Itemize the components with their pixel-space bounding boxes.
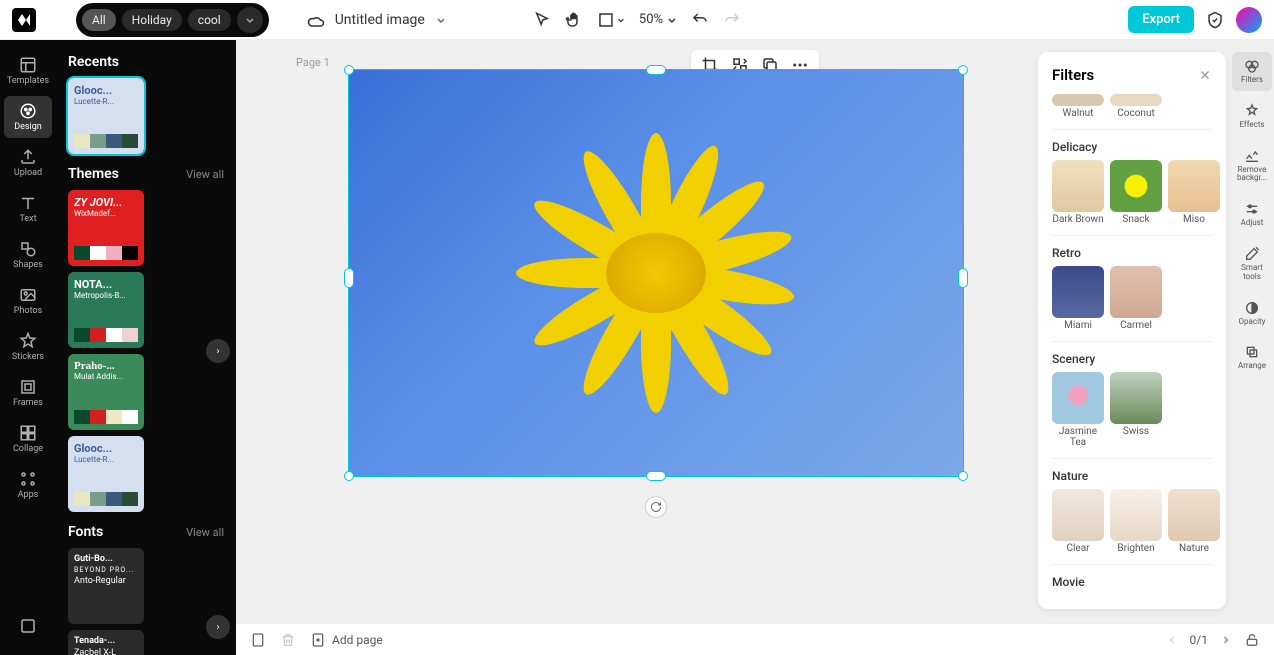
nav-templates[interactable]: Templates: [4, 50, 52, 92]
resize-handle-n[interactable]: [646, 65, 666, 75]
theme-thumb-2[interactable]: NOTA... Metropolis-B...: [68, 272, 144, 348]
tag-pills: All Holiday cool: [76, 3, 269, 37]
filter-carmel[interactable]: Carmel: [1110, 266, 1162, 331]
undo-icon[interactable]: [691, 11, 709, 29]
resize-handle-nw[interactable]: [344, 65, 354, 75]
filters-title: Filters: [1052, 66, 1094, 84]
font-thumb-1[interactable]: Guti-Bo... BEYOND PRO... Anto-Regular: [68, 548, 144, 624]
right-smarttools[interactable]: Smart tools: [1232, 240, 1272, 288]
right-sidebar: Filters Effects Remove backgr... Adjust …: [1230, 46, 1274, 377]
fonts-title: Fonts: [68, 524, 103, 540]
themes-next[interactable]: ›: [206, 339, 230, 363]
pill-cool[interactable]: cool: [188, 9, 231, 31]
zoom-value: 50%: [639, 12, 663, 27]
redo-icon[interactable]: [723, 11, 741, 29]
delete-icon[interactable]: [280, 632, 296, 648]
title-area: Untitled image: [307, 11, 447, 29]
theme-thumb-4[interactable]: Glooc... Lucette-R...: [68, 436, 144, 512]
left-content-panel: Recents Glooc... Lucette-R... Themes Vie…: [56, 40, 236, 655]
themes-title: Themes: [68, 166, 119, 182]
filter-darkbrown[interactable]: Dark Brown: [1052, 160, 1104, 225]
pill-all[interactable]: All: [82, 9, 116, 31]
left-icon-sidebar: Templates Design Upload Text Shapes Phot…: [0, 40, 56, 655]
filter-nature[interactable]: Nature: [1168, 489, 1220, 554]
resize-handle-s[interactable]: [646, 471, 666, 481]
nav-design[interactable]: Design: [4, 96, 52, 138]
font-thumb-2[interactable]: Tenada-... Zacbel X-L Stilu-Regular: [68, 630, 144, 655]
resize-handle-sw[interactable]: [344, 471, 354, 481]
chevron-down-icon[interactable]: [435, 14, 447, 26]
nav-frames[interactable]: Frames: [4, 372, 52, 414]
header-center-tools: 50%: [533, 11, 741, 29]
cat-retro: Retro: [1052, 246, 1212, 260]
page-label: Page 1: [296, 56, 330, 69]
resize-handle-ne[interactable]: [958, 65, 968, 75]
bottom-bar: Add page 0/1: [236, 623, 1274, 655]
crop-dropdown[interactable]: [597, 11, 625, 29]
cat-nature: Nature: [1052, 469, 1212, 483]
cloud-icon: [307, 11, 325, 29]
next-page-icon[interactable]: [1220, 634, 1232, 646]
recent-thumb[interactable]: Glooc... Lucette-R...: [68, 78, 144, 154]
filter-coconut[interactable]: Coconut: [1110, 94, 1162, 119]
nav-upload[interactable]: Upload: [4, 142, 52, 184]
resize-handle-se[interactable]: [958, 471, 968, 481]
nav-collage[interactable]: Collage: [4, 418, 52, 460]
fonts-next[interactable]: ›: [206, 615, 230, 639]
page-counter: 0/1: [1190, 633, 1208, 647]
nav-stickers[interactable]: Stickers: [4, 326, 52, 368]
cat-scenery: Scenery: [1052, 352, 1212, 366]
user-avatar[interactable]: [1236, 7, 1262, 33]
app-logo[interactable]: [12, 8, 36, 32]
theme-thumb-1[interactable]: ZY JOVI... WixMadef...: [68, 190, 144, 266]
shield-icon[interactable]: [1206, 11, 1224, 29]
cat-delicacy: Delicacy: [1052, 140, 1212, 154]
canvas-image[interactable]: [349, 70, 963, 476]
hand-icon[interactable]: [565, 11, 583, 29]
nav-shapes[interactable]: Shapes: [4, 234, 52, 276]
rotate-handle[interactable]: [645, 496, 667, 518]
right-effects[interactable]: Effects: [1232, 97, 1272, 136]
pill-holiday[interactable]: Holiday: [122, 9, 182, 31]
theme-thumb-3[interactable]: Praho-... Mulat Addis...: [68, 354, 144, 430]
fonts-viewall[interactable]: View all: [186, 526, 224, 539]
filter-clear[interactable]: Clear: [1052, 489, 1104, 554]
right-adjust[interactable]: Adjust: [1232, 195, 1272, 234]
cat-movie: Movie: [1052, 575, 1212, 589]
nav-text[interactable]: Text: [4, 188, 52, 230]
add-page-button[interactable]: Add page: [310, 632, 383, 648]
zoom-control[interactable]: 50%: [639, 12, 677, 27]
right-removebg[interactable]: Remove backgr...: [1232, 142, 1272, 190]
right-opacity[interactable]: Opacity: [1232, 294, 1272, 333]
close-icon[interactable]: [1198, 68, 1212, 82]
right-filters[interactable]: Filters: [1232, 52, 1272, 91]
right-arrange[interactable]: Arrange: [1232, 338, 1272, 377]
recents-title: Recents: [68, 54, 224, 70]
filter-jasmine[interactable]: Jasmine Tea: [1052, 372, 1104, 448]
header-right: Export: [1128, 6, 1262, 33]
nav-bottom[interactable]: [4, 611, 52, 643]
top-header: All Holiday cool Untitled image 50% Expo…: [0, 0, 1274, 40]
pages-icon[interactable]: [250, 632, 266, 648]
themes-viewall[interactable]: View all: [186, 168, 224, 181]
lock-icon[interactable]: [1244, 632, 1260, 648]
document-title[interactable]: Untitled image: [335, 12, 425, 28]
filter-walnut[interactable]: Walnut: [1052, 94, 1104, 119]
cursor-icon[interactable]: [533, 11, 551, 29]
prev-page-icon[interactable]: [1166, 634, 1178, 646]
filter-swiss[interactable]: Swiss: [1110, 372, 1162, 448]
resize-handle-w[interactable]: [344, 268, 354, 288]
filter-miami[interactable]: Miami: [1052, 266, 1104, 331]
resize-handle-e[interactable]: [958, 268, 968, 288]
nav-photos[interactable]: Photos: [4, 280, 52, 322]
filter-snack[interactable]: Snack: [1110, 160, 1162, 225]
nav-apps[interactable]: Apps: [4, 464, 52, 506]
export-button[interactable]: Export: [1128, 6, 1194, 33]
filter-miso[interactable]: Miso: [1168, 160, 1220, 225]
pill-more[interactable]: [237, 7, 263, 33]
filter-brighten[interactable]: Brighten: [1110, 489, 1162, 554]
filters-panel: Filters Walnut Coconut Delicacy Dark Bro…: [1038, 52, 1226, 609]
